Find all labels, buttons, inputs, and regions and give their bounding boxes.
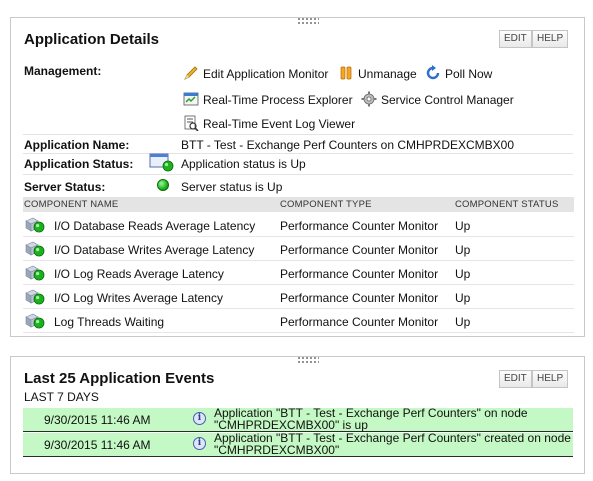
component-monitor-icon <box>25 217 45 233</box>
table-row[interactable]: I/O Log Reads Average Latency Performance… <box>23 261 574 285</box>
component-table-header: COMPONENT NAME COMPONENT TYPE COMPONENT … <box>23 197 574 212</box>
divider <box>23 153 573 154</box>
application-name-label: Application Name: <box>24 138 130 152</box>
pencil-icon <box>184 66 198 80</box>
component-status: Up <box>455 267 471 281</box>
process-explorer-icon <box>183 92 199 106</box>
table-row[interactable]: I/O Database Reads Average Latency Perfor… <box>23 213 574 237</box>
table-row[interactable]: Log Threads Waiting Performance Counter M… <box>23 309 574 333</box>
component-status: Up <box>455 315 471 329</box>
application-status-value: Application status is Up <box>181 157 306 171</box>
help-button[interactable]: HELP <box>532 30 569 48</box>
table-row[interactable]: I/O Database Writes Average Latency Perfo… <box>23 237 574 261</box>
panel-title: Last 25 Application Events <box>24 370 215 387</box>
component-monitor-icon <box>25 289 45 305</box>
server-status-value: Server status is Up <box>181 180 283 194</box>
component-name[interactable]: I/O Log Reads Average Latency <box>54 267 224 281</box>
management-label: Management: <box>24 64 102 78</box>
component-type: Performance Counter Monitor <box>280 219 439 233</box>
application-events-panel: Last 25 Application Events LAST 7 DAYS E… <box>10 356 585 474</box>
component-type: Performance Counter Monitor <box>280 267 439 281</box>
edit-application-monitor-link[interactable]: Edit Application Monitor <box>183 65 328 81</box>
event-time: 9/30/2015 11:46 AM <box>44 413 151 427</box>
info-icon: i <box>193 437 206 450</box>
help-button[interactable]: HELP <box>532 370 569 388</box>
panel-title: Application Details <box>24 31 160 48</box>
component-name[interactable]: Log Threads Waiting <box>54 315 164 329</box>
component-status: Up <box>455 243 471 257</box>
info-icon: i <box>193 412 206 425</box>
poll-now-link[interactable]: Poll Now <box>425 65 492 81</box>
column-header-name[interactable]: COMPONENT NAME <box>24 199 118 210</box>
component-name[interactable]: I/O Database Writes Average Latency <box>54 243 254 257</box>
component-type: Performance Counter Monitor <box>280 291 439 305</box>
column-header-status[interactable]: COMPONENT STATUS <box>455 199 558 210</box>
application-details-panel: Application Details EDIT HELP Management… <box>10 17 585 337</box>
edit-button[interactable]: EDIT <box>499 370 532 388</box>
server-status-icon <box>157 179 169 191</box>
component-type: Performance Counter Monitor <box>280 243 439 257</box>
component-status: Up <box>455 291 471 305</box>
server-status-label: Server Status: <box>24 180 106 194</box>
application-status-icon <box>149 153 174 172</box>
event-message: Application "BTT - Test - Exchange Perf … <box>214 431 571 457</box>
component-type: Performance Counter Monitor <box>280 315 439 329</box>
table-row[interactable]: I/O Log Writes Average Latency Performanc… <box>23 285 574 309</box>
component-monitor-icon <box>25 265 45 281</box>
service-control-manager-link[interactable]: Service Control Manager <box>361 91 514 107</box>
drag-handle-icon[interactable] <box>297 17 319 25</box>
gear-icon <box>361 91 377 107</box>
application-name-value: BTT - Test - Exchange Perf Counters on C… <box>181 138 515 152</box>
event-time: 9/30/2015 11:46 AM <box>44 438 151 452</box>
application-status-label: Application Status: <box>24 157 134 171</box>
component-name[interactable]: I/O Log Writes Average Latency <box>54 291 223 305</box>
real-time-process-explorer-link[interactable]: Real-Time Process Explorer <box>183 91 353 107</box>
component-monitor-icon <box>25 241 45 257</box>
panel-subtitle: LAST 7 DAYS <box>24 390 99 404</box>
divider <box>23 134 573 135</box>
event-row: 9/30/2015 11:46 AM i Application "BTT - Te… <box>23 431 573 457</box>
event-message: Application "BTT - Test - Exchange Perf … <box>214 406 528 432</box>
component-status: Up <box>455 219 471 233</box>
edit-button[interactable]: EDIT <box>499 30 532 48</box>
event-log-icon <box>184 115 199 131</box>
pause-icon <box>340 66 352 80</box>
divider <box>23 174 573 175</box>
component-name[interactable]: I/O Database Reads Average Latency <box>54 219 255 233</box>
event-row: 9/30/2015 11:46 AM i Application "BTT - Te… <box>23 406 573 432</box>
drag-handle-icon[interactable] <box>297 356 319 364</box>
refresh-icon <box>426 65 440 80</box>
unmanage-link[interactable]: Unmanage <box>338 65 417 81</box>
component-monitor-icon <box>25 313 45 329</box>
column-header-type[interactable]: COMPONENT TYPE <box>280 199 372 210</box>
real-time-event-log-viewer-link[interactable]: Real-Time Event Log Viewer <box>183 115 355 131</box>
